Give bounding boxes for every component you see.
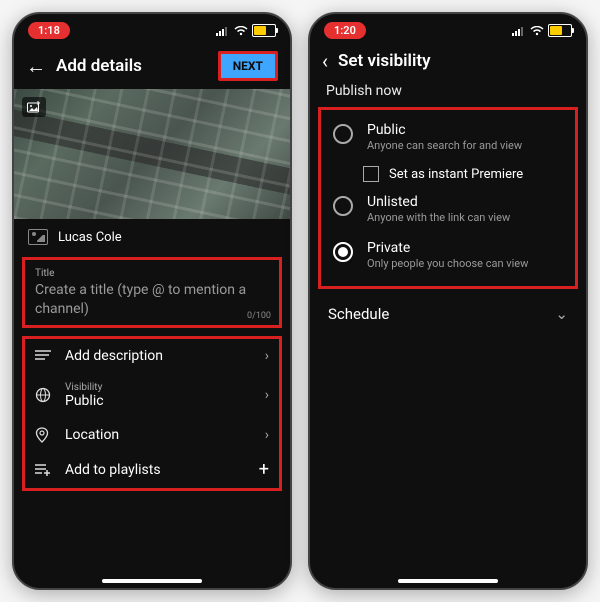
visibility-row[interactable]: Visibility Public ›: [25, 373, 279, 418]
plus-icon: +: [259, 461, 269, 479]
schedule-row[interactable]: Schedule ⌄: [310, 289, 586, 339]
publish-now-label: Publish now: [310, 79, 586, 107]
video-thumbnail[interactable]: [14, 89, 290, 219]
title-char-counter: 0/100: [247, 311, 271, 321]
status-right: [512, 24, 572, 37]
status-time: 1:18: [28, 22, 70, 39]
page-title: Set visibility: [338, 51, 574, 71]
instant-premiere-row[interactable]: Set as instant Premiere: [327, 160, 569, 186]
avatar-icon: [28, 229, 48, 245]
back-arrow-icon[interactable]: ←: [26, 56, 46, 76]
visibility-small-label: Visibility: [65, 382, 253, 393]
radio-icon[interactable]: [333, 124, 353, 144]
checkbox-icon[interactable]: [363, 166, 379, 182]
title-input-highlight: Title Create a title (type @ to mention …: [22, 257, 282, 328]
public-desc: Anyone can search for and view: [367, 139, 522, 152]
unlisted-label: Unlisted: [367, 194, 510, 210]
description-icon: [35, 350, 53, 362]
chevron-down-icon: ⌄: [555, 305, 568, 323]
battery-icon: [252, 24, 276, 37]
next-button[interactable]: NEXT: [218, 51, 278, 81]
home-indicator[interactable]: [102, 579, 202, 583]
visibility-unlisted-row[interactable]: Unlisted Anyone with the link can view: [327, 186, 569, 232]
visibility-value: Public: [65, 393, 253, 409]
radio-selected-icon[interactable]: [333, 242, 353, 262]
add-description-row[interactable]: Add description ›: [25, 339, 279, 373]
signal-icon: [512, 26, 526, 36]
add-description-label: Add description: [65, 348, 253, 364]
status-bar: 1:20: [310, 14, 586, 43]
instant-premiere-label: Set as instant Premiere: [389, 167, 523, 182]
change-thumbnail-icon[interactable]: [22, 97, 46, 117]
title-placeholder: Create a title (type @ to mention a chan…: [35, 281, 269, 319]
visibility-private-row[interactable]: Private Only people you choose can view: [327, 232, 569, 278]
chevron-right-icon: ›: [265, 427, 269, 443]
location-row[interactable]: Location ›: [25, 418, 279, 452]
channel-name: Lucas Cole: [58, 230, 122, 245]
page-title: Add details: [56, 56, 208, 76]
battery-icon: [548, 24, 572, 37]
visibility-public-row[interactable]: Public Anyone can search for and view: [327, 114, 569, 160]
public-label: Public: [367, 122, 522, 138]
playlists-label: Add to playlists: [65, 462, 247, 478]
private-desc: Only people you choose can view: [367, 257, 528, 270]
status-time: 1:20: [324, 22, 366, 39]
channel-row: Lucas Cole: [14, 219, 290, 255]
phone-add-details: 1:18 ← Add details NEXT Lucas Cole Title…: [12, 12, 292, 590]
home-indicator[interactable]: [398, 579, 498, 583]
phone-set-visibility: 1:20 ‹ Set visibility Publish now Public…: [308, 12, 588, 590]
wifi-icon: [234, 26, 248, 36]
playlist-add-icon: [35, 463, 53, 477]
private-label: Private: [367, 240, 528, 256]
title-label: Title: [35, 268, 269, 279]
wifi-icon: [530, 26, 544, 36]
chevron-right-icon: ›: [265, 387, 269, 403]
status-right: [216, 24, 276, 37]
schedule-label: Schedule: [328, 305, 389, 323]
nav-header: ‹ Set visibility: [310, 43, 586, 79]
status-bar: 1:18: [14, 14, 290, 43]
back-chevron-icon[interactable]: ‹: [322, 51, 328, 71]
options-highlight: Add description › Visibility Public › Lo…: [22, 336, 282, 491]
nav-header: ← Add details NEXT: [14, 43, 290, 89]
location-pin-icon: [35, 427, 53, 443]
radio-icon[interactable]: [333, 196, 353, 216]
unlisted-desc: Anyone with the link can view: [367, 211, 510, 224]
title-input[interactable]: Title Create a title (type @ to mention …: [25, 260, 279, 325]
signal-icon: [216, 26, 230, 36]
globe-icon: [35, 387, 53, 403]
visibility-options-highlight: Public Anyone can search for and view Se…: [318, 107, 578, 289]
playlists-row[interactable]: Add to playlists +: [25, 452, 279, 488]
chevron-right-icon: ›: [265, 348, 269, 364]
location-label: Location: [65, 427, 253, 443]
